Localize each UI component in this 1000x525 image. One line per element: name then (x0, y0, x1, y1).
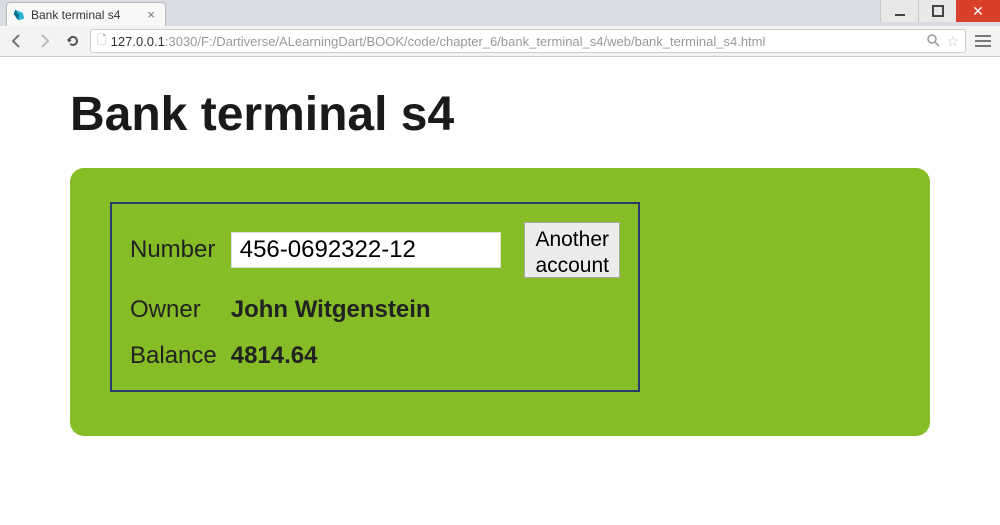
owner-value: John Witgenstein (231, 296, 620, 324)
bookmark-star-icon[interactable]: ☆ (946, 33, 959, 50)
arrow-left-icon (9, 33, 25, 49)
window-minimize-button[interactable] (880, 0, 918, 22)
balance-value: 4814.64 (231, 342, 620, 370)
back-button[interactable] (6, 30, 28, 52)
account-number-input[interactable] (231, 232, 501, 268)
arrow-right-icon (37, 33, 53, 49)
button-text-line2: account (535, 254, 609, 277)
balance-label: Balance (130, 342, 217, 370)
url-field[interactable]: 🗋 127.0.0.1:3030/F:/Dartiverse/ALearning… (90, 29, 966, 53)
window-maximize-button[interactable] (918, 0, 956, 22)
tab-bar: Bank terminal s4 × ✕ (0, 0, 1000, 26)
url-text: 127.0.0.1:3030/F:/Dartiverse/ALearningDa… (111, 34, 923, 49)
forward-button[interactable] (34, 30, 56, 52)
account-form: Number Another account Owner John Witgen… (110, 202, 640, 392)
reload-button[interactable] (62, 30, 84, 52)
window-close-button[interactable]: ✕ (956, 0, 1000, 22)
tab-close-icon[interactable]: × (147, 8, 155, 21)
page-title: Bank terminal s4 (70, 87, 930, 142)
window-controls: ✕ (880, 0, 1000, 22)
reload-icon (65, 33, 81, 49)
page-icon: 🗋 (97, 31, 107, 52)
button-text-line1: Another (535, 228, 609, 251)
browser-chrome: Bank terminal s4 × ✕ 🗋 127.0.0.1:3030/F:… (0, 0, 1000, 57)
browser-tab[interactable]: Bank terminal s4 × (6, 2, 166, 26)
search-icon[interactable] (926, 33, 940, 50)
dart-favicon-icon (13, 9, 25, 21)
hamburger-menu-button[interactable] (972, 30, 994, 52)
another-account-button[interactable]: Another account (524, 222, 620, 278)
owner-label: Owner (130, 296, 217, 324)
address-bar: 🗋 127.0.0.1:3030/F:/Dartiverse/ALearning… (0, 26, 1000, 56)
page-content: Bank terminal s4 Number Another account … (0, 57, 1000, 466)
tab-title: Bank terminal s4 (31, 8, 120, 22)
account-panel: Number Another account Owner John Witgen… (70, 168, 930, 436)
number-label: Number (130, 236, 217, 264)
